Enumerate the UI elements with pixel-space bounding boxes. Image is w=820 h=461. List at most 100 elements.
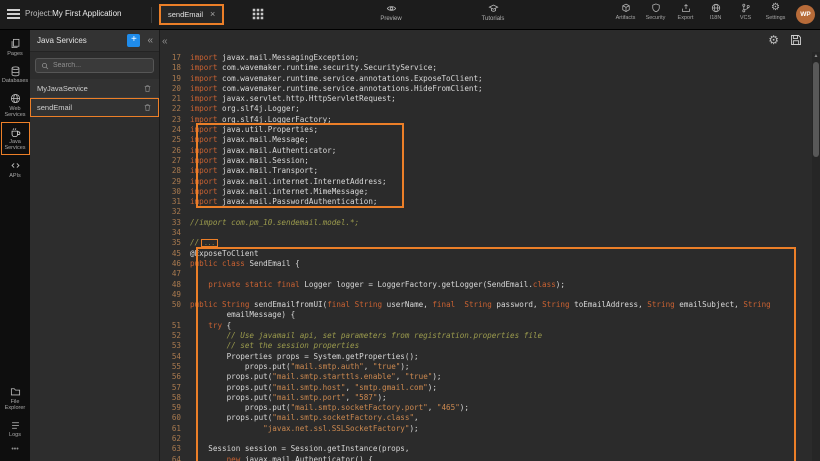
trash-icon[interactable]: [143, 84, 152, 93]
code-line[interactable]: 20import com.wavemaker.runtime.service.a…: [160, 84, 812, 94]
line-number: 31: [160, 197, 190, 207]
code-line[interactable]: 49: [160, 290, 812, 300]
service-name: MyJavaService: [37, 84, 139, 93]
code-line[interactable]: 24import java.util.Properties;: [160, 125, 812, 135]
editor-scrollbar[interactable]: ▲: [812, 52, 820, 461]
tab-sendemail[interactable]: sendEmail ×: [159, 4, 224, 25]
code-line[interactable]: 28import javax.mail.Transport;: [160, 166, 812, 176]
i18n-button[interactable]: I18N: [703, 3, 728, 21]
sidebar-item-java-services[interactable]: Java Services: [1, 122, 30, 156]
editor-settings-gear-icon[interactable]: ⚙: [768, 34, 779, 46]
search-box[interactable]: [35, 58, 154, 73]
settings-button[interactable]: ⚙ Settings: [763, 3, 788, 21]
code-line[interactable]: 17import javax.mail.MessagingException;: [160, 53, 812, 63]
code-line[interactable]: 19import com.wavemaker.runtime.service.a…: [160, 74, 812, 84]
code-line-text: Session session = Session.getInstance(pr…: [190, 444, 409, 454]
export-button[interactable]: Export: [673, 3, 698, 21]
code-line[interactable]: 64 new javax.mail.Authenticator() {: [160, 455, 812, 461]
code-line[interactable]: 23import org.slf4j.LoggerFactory;: [160, 115, 812, 125]
code-line[interactable]: 33//import com.pm_10.sendemail.model.*;: [160, 218, 812, 228]
sidebar-item-file-explorer[interactable]: File Explorer: [1, 381, 30, 415]
code-line-text: import javax.mail.MessagingException;: [190, 53, 359, 63]
sidebar-item-label: Web Services: [2, 106, 29, 118]
code-line[interactable]: 62: [160, 434, 812, 444]
sidebar-item-pages[interactable]: Pages: [1, 33, 30, 61]
scrollbar-thumb[interactable]: [813, 62, 819, 157]
code-line[interactable]: 54 Properties props = System.getProperti…: [160, 352, 812, 362]
code-line[interactable]: 31import javax.mail.PasswordAuthenticati…: [160, 197, 812, 207]
code-line-text: new javax.mail.Authenticator() {: [190, 455, 373, 461]
code-line[interactable]: 46public class SendEmail {: [160, 259, 812, 269]
artifacts-button[interactable]: Artifacts: [613, 3, 638, 21]
list-item-sendemail[interactable]: sendEmail: [30, 98, 159, 117]
code-area[interactable]: 17import javax.mail.MessagingException;1…: [160, 53, 812, 461]
code-line[interactable]: 60 props.put("mail.smtp.socketFactory.cl…: [160, 413, 812, 423]
code-line[interactable]: 29import javax.mail.internet.InternetAdd…: [160, 177, 812, 187]
code-line[interactable]: 22import org.slf4j.Logger;: [160, 104, 812, 114]
sidebar-item-label: Databases: [2, 78, 28, 84]
avatar[interactable]: WP: [796, 5, 815, 24]
code-line[interactable]: 61 "javax.net.ssl.SSLSocketFactory");: [160, 424, 812, 434]
sidebar-more-icon[interactable]: •••: [11, 442, 18, 457]
project-label: Project:: [25, 9, 52, 18]
code-line[interactable]: 47: [160, 269, 812, 279]
code-line[interactable]: 32: [160, 207, 812, 217]
tab-close-icon[interactable]: ×: [210, 10, 215, 19]
code-line[interactable]: 53 // set the session properties: [160, 341, 812, 351]
sidebar-item-web-services[interactable]: Web Services: [1, 88, 30, 122]
code-line[interactable]: 34: [160, 228, 812, 238]
list-item-myjavaservice[interactable]: MyJavaService: [30, 79, 159, 98]
vcs-button[interactable]: VCS: [733, 3, 758, 21]
line-number: 62: [160, 434, 190, 444]
panel-title: Java Services: [37, 36, 123, 45]
code-line[interactable]: 50public String sendEmailfromUI(final St…: [160, 300, 812, 310]
code-line[interactable]: 30import javax.mail.internet.MimeMessage…: [160, 187, 812, 197]
tab-label: sendEmail: [168, 10, 203, 19]
code-line[interactable]: 27import javax.mail.Session;: [160, 156, 812, 166]
code-line[interactable]: 57 props.put("mail.smtp.host", "smtp.gma…: [160, 383, 812, 393]
grid-menu-icon[interactable]: [252, 8, 264, 20]
line-number: 58: [160, 393, 190, 403]
sidebar-item-logs[interactable]: Logs: [1, 415, 30, 443]
code-line[interactable]: 51 try {: [160, 321, 812, 331]
code-line-text: import org.slf4j.LoggerFactory;: [190, 115, 332, 125]
code-line[interactable]: 52 // Use javamail api, set parameters f…: [160, 331, 812, 341]
tutorials-button[interactable]: Tutorials: [466, 3, 520, 22]
code-line[interactable]: 45@ExposeToClient: [160, 249, 812, 259]
line-number: 55: [160, 362, 190, 372]
editor-toolbar: ⚙: [768, 34, 802, 46]
preview-button[interactable]: Preview: [366, 3, 416, 22]
line-number: 20: [160, 84, 190, 94]
search-input[interactable]: [53, 62, 148, 69]
add-service-button[interactable]: +: [127, 34, 140, 47]
code-line-text: import com.wavemaker.runtime.service.ann…: [190, 74, 483, 84]
code-line[interactable]: 55 props.put("mail.smtp.auth", "true");: [160, 362, 812, 372]
line-number: 34: [160, 228, 190, 238]
sidebar-item-databases[interactable]: Databases: [1, 61, 30, 89]
code-line[interactable]: 59 props.put("mail.smtp.socketFactory.po…: [160, 403, 812, 413]
code-line[interactable]: 26import javax.mail.Authenticator;: [160, 146, 812, 156]
tutorials-label: Tutorials: [482, 16, 505, 22]
panel-collapse-icon[interactable]: «: [144, 35, 156, 46]
code-line[interactable]: 58 props.put("mail.smtp.port", "587");: [160, 393, 812, 403]
sidebar-item-apis[interactable]: APIs: [1, 155, 30, 183]
code-line[interactable]: 63 Session session = Session.getInstance…: [160, 444, 812, 454]
hamburger-menu-icon[interactable]: [7, 9, 20, 22]
security-button[interactable]: Security: [643, 3, 668, 21]
code-line-text: //import com.pm_10.sendemail.model.*;: [190, 218, 359, 228]
code-line[interactable]: 25import javax.mail.Message;: [160, 135, 812, 145]
editor-collapse-icon[interactable]: «: [162, 36, 168, 47]
code-line[interactable]: 18import com.wavemaker.runtime.security.…: [160, 63, 812, 73]
code-line[interactable]: 56 props.put("mail.smtp.starttls.enable"…: [160, 372, 812, 382]
line-number: 57: [160, 383, 190, 393]
line-number: 29: [160, 177, 190, 187]
save-icon[interactable]: [790, 34, 802, 46]
code-line[interactable]: 48 private static final Logger logger = …: [160, 280, 812, 290]
code-line[interactable]: 35//...: [160, 238, 812, 248]
code-line[interactable]: 21import javax.servlet.http.HttpServletR…: [160, 94, 812, 104]
trash-icon[interactable]: [143, 103, 152, 112]
scroll-up-icon[interactable]: ▲: [812, 52, 820, 60]
code-line-text: public class SendEmail {: [190, 259, 300, 269]
code-line-text: public String sendEmailfromUI(final Stri…: [190, 300, 771, 310]
code-line[interactable]: emailMessage) {: [160, 310, 812, 320]
